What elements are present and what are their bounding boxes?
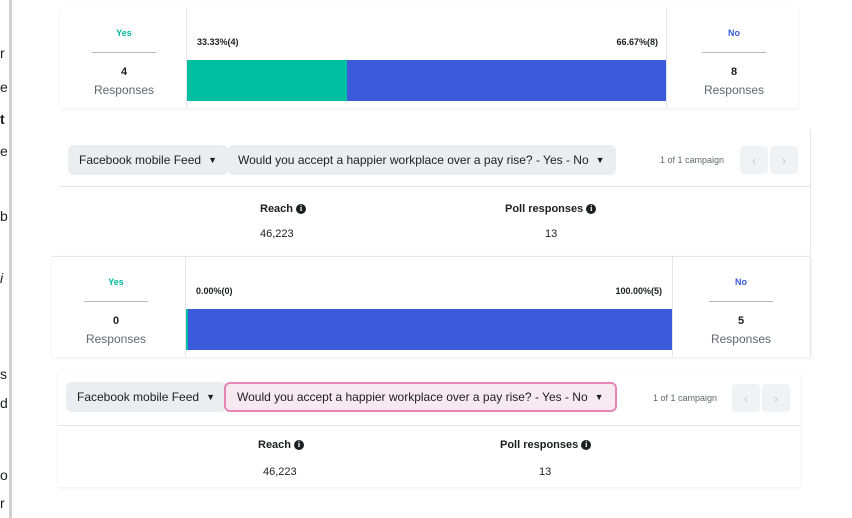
yes-bar-segment [187, 60, 347, 101]
placement-dropdown[interactable]: Facebook mobile Feed ▼ [68, 145, 228, 175]
info-icon[interactable]: i [586, 204, 597, 214]
poll-responses-label: Poll responses [505, 203, 584, 215]
yes-summary: Yes 4 Responses [60, 8, 188, 108]
poll-result-card-1: Yes 4 Responses 33.33%(4) 66.67%(8) No 8… [60, 8, 798, 108]
poll-result-card-2: Yes 0 Responses 0.00%(0) 100.00%(5) No 5… [52, 256, 811, 357]
poll-bar-area: 33.33%(4) 66.67%(8) [186, 8, 667, 108]
divider [84, 301, 148, 302]
caret-down-icon: ▼ [206, 392, 215, 402]
chevron-right-icon: › [773, 390, 779, 406]
clipped-text: s [0, 366, 7, 382]
caret-down-icon: ▼ [594, 392, 604, 402]
caret-down-icon: ▼ [208, 155, 217, 165]
clipped-text: r [0, 45, 5, 61]
divider [60, 186, 810, 187]
poll-bar [186, 309, 672, 350]
ad-metrics-card-2: Facebook mobile Feed ▼ Would you accept … [58, 372, 800, 487]
reach-label: Reach [258, 439, 292, 451]
reach-value: 46,223 [263, 466, 297, 478]
reach-value: 46,223 [260, 228, 294, 240]
campaign-count: 1 of 1 campaign [653, 393, 718, 403]
clipped-text: d [0, 395, 8, 411]
clipped-text: e [0, 79, 8, 95]
next-campaign-button[interactable]: › [762, 384, 790, 412]
yes-responses-label: Responses [93, 83, 155, 97]
campaign-count: 1 of 1 campaign [660, 155, 725, 165]
no-summary: No 8 Responses [670, 8, 798, 108]
no-percent: 100.00%(5) [615, 286, 662, 296]
yes-percent: 0.00%(0) [196, 286, 233, 296]
poll-bar-area: 0.00%(0) 100.00%(5) [185, 257, 673, 357]
divider [702, 52, 766, 53]
placement-value: Facebook mobile Feed [79, 153, 202, 167]
prev-campaign-button[interactable]: ‹ [740, 146, 768, 174]
chevron-right-icon: › [781, 152, 787, 168]
no-label: No [728, 28, 740, 38]
no-label: No [735, 277, 747, 287]
no-count: 8 [730, 66, 738, 78]
poll-bar [187, 60, 666, 101]
poll-responses-heading: Poll responses i [505, 203, 597, 215]
poll-responses-label: Poll responses [500, 439, 579, 451]
question-value: Would you accept a happier workplace ove… [237, 390, 588, 404]
chevron-left-icon: ‹ [751, 152, 757, 168]
left-clipped-panel: r e t e b i s d o r [0, 0, 12, 518]
yes-percent: 33.33%(4) [197, 37, 239, 47]
yes-count: 4 [120, 66, 128, 78]
no-responses-label: Responses [703, 83, 765, 97]
reach-label: Reach [260, 203, 294, 215]
no-responses-label: Responses [710, 332, 772, 346]
divider [709, 301, 773, 302]
reach-heading: Reach i [258, 439, 305, 451]
poll-question-dropdown[interactable]: Would you accept a happier workplace ove… [224, 382, 617, 412]
divider [58, 425, 800, 426]
poll-question-dropdown[interactable]: Would you accept a happier workplace ove… [227, 145, 616, 175]
no-percent: 66.67%(8) [616, 37, 658, 47]
yes-responses-label: Responses [85, 332, 147, 346]
no-bar-segment [346, 60, 666, 101]
caret-down-icon: ▼ [595, 155, 605, 165]
question-value: Would you accept a happier workplace ove… [238, 153, 589, 167]
yes-label: Yes [108, 277, 124, 287]
placement-value: Facebook mobile Feed [77, 390, 200, 404]
clipped-text: e [0, 143, 8, 159]
poll-responses-heading: Poll responses i [500, 439, 592, 451]
yes-summary: Yes 0 Responses [52, 257, 180, 357]
clipped-text: b [0, 208, 8, 224]
panel-divider [9, 0, 12, 518]
clipped-text: o [0, 467, 8, 483]
clipped-text: t [0, 111, 5, 127]
no-summary: No 5 Responses [677, 257, 805, 357]
clipped-text: i [0, 270, 4, 286]
reach-heading: Reach i [260, 203, 307, 215]
info-icon[interactable]: i [294, 440, 305, 450]
info-icon[interactable]: i [581, 440, 592, 450]
poll-responses-value: 13 [545, 228, 558, 240]
no-count: 5 [737, 315, 745, 327]
yes-label: Yes [116, 28, 132, 38]
no-bar-segment [188, 309, 672, 350]
prev-campaign-button[interactable]: ‹ [732, 384, 760, 412]
poll-responses-value: 13 [539, 466, 552, 478]
placement-dropdown[interactable]: Facebook mobile Feed ▼ [66, 382, 226, 412]
next-campaign-button[interactable]: › [770, 146, 798, 174]
divider [92, 52, 156, 53]
ad-metrics-card-1: Facebook mobile Feed ▼ Would you accept … [60, 130, 811, 255]
chevron-left-icon: ‹ [743, 390, 749, 406]
info-icon[interactable]: i [296, 204, 307, 214]
yes-count: 0 [112, 315, 120, 327]
clipped-text: r [0, 495, 5, 511]
